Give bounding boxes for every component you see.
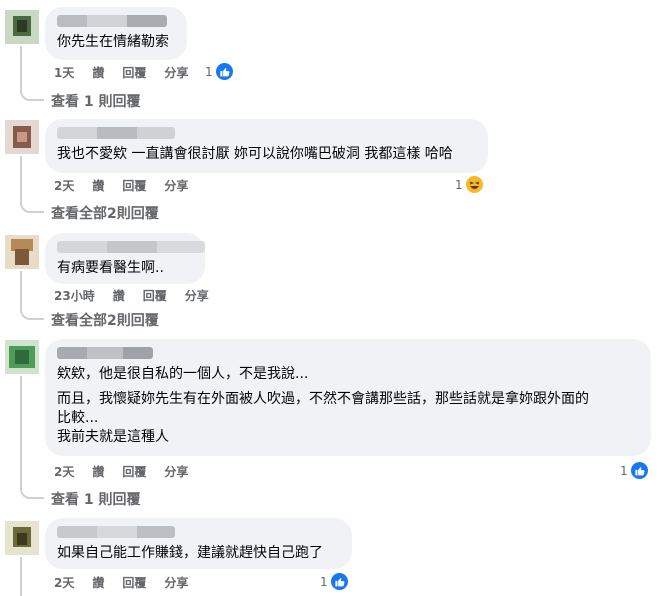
reaction-summary[interactable]: 1: [320, 572, 349, 591]
haha-icon: [464, 175, 484, 194]
reply-button[interactable]: 回覆: [122, 177, 146, 194]
like-button[interactable]: 讚: [92, 463, 104, 480]
timestamp[interactable]: 1天: [54, 64, 74, 81]
thread-line: [20, 46, 22, 86]
avatar[interactable]: [5, 235, 39, 269]
view-replies-link[interactable]: 查看 1 則回覆: [51, 91, 141, 111]
like-icon: [329, 572, 349, 591]
comment-bubble: 你先生在情緒勒索: [45, 7, 187, 60]
blurred-author-name[interactable]: [57, 127, 175, 139]
comment-text: 我也不愛欸 一直講會很討厭 妳可以說你嘴巴破洞 我都這樣 哈哈: [57, 146, 453, 162]
comment-actions: 2天 讚 回覆 分享: [54, 463, 206, 480]
thread-curve: [20, 196, 44, 213]
avatar[interactable]: [5, 340, 39, 374]
thread-curve: [20, 303, 44, 320]
reaction-summary[interactable]: 1: [455, 175, 484, 194]
view-replies-link[interactable]: 查看 1 則回覆: [51, 489, 141, 509]
reply-button[interactable]: 回覆: [122, 463, 146, 480]
thread-line: [20, 557, 22, 596]
timestamp[interactable]: 23小時: [54, 287, 95, 304]
thread-line: [20, 271, 22, 305]
thread-line: [20, 376, 22, 484]
comment-text-line-1: 欸欸，他是很自私的一個人，不是我說...: [57, 366, 309, 382]
avatar[interactable]: [5, 120, 39, 154]
avatar[interactable]: [5, 10, 39, 44]
comment-actions: 23小時 讚 回覆 分享: [54, 287, 227, 304]
reaction-count: 1: [620, 463, 628, 478]
blurred-author-name[interactable]: [57, 15, 167, 27]
reaction-count: 1: [455, 177, 463, 192]
comment-bubble: 欸欸，他是很自私的一個人，不是我說... 而且，我懷疑妳先生有在外面被人吹過，不…: [45, 339, 651, 456]
share-button[interactable]: 分享: [164, 177, 188, 194]
reaction-summary[interactable]: 1: [205, 62, 234, 81]
comment-bubble: 我也不愛欸 一直講會很討厭 妳可以說你嘴巴破洞 我都這樣 哈哈: [45, 119, 488, 173]
comment-bubble: 如果自己能工作賺錢，建議就趕快自己跑了: [45, 518, 352, 569]
share-button[interactable]: 分享: [164, 574, 188, 591]
thread-curve: [20, 482, 44, 499]
like-icon: [214, 62, 234, 81]
blurred-author-name[interactable]: [57, 241, 205, 253]
like-button[interactable]: 讚: [92, 64, 104, 81]
reaction-summary[interactable]: 1: [620, 461, 649, 480]
view-replies-link[interactable]: 查看全部2則回覆: [51, 310, 159, 330]
comment-actions: 2天 讚 回覆 分享: [54, 574, 206, 591]
share-button[interactable]: 分享: [164, 463, 188, 480]
comment-actions: 2天 讚 回覆 分享: [54, 177, 206, 194]
view-replies-link[interactable]: 查看全部2則回覆: [51, 203, 159, 223]
share-button[interactable]: 分享: [164, 64, 188, 81]
thread-line: [20, 156, 22, 198]
share-button[interactable]: 分享: [185, 287, 209, 304]
reply-button[interactable]: 回覆: [122, 64, 146, 81]
like-icon: [629, 461, 649, 480]
reaction-count: 1: [320, 574, 328, 589]
timestamp[interactable]: 2天: [54, 463, 74, 480]
timestamp[interactable]: 2天: [54, 177, 74, 194]
comment-actions: 1天 讚 回覆 分享: [54, 64, 206, 81]
comment-text-line-2: 而且，我懷疑妳先生有在外面被人吹過，不然不會講那些話，那些話就是拿妳跟外面的: [57, 391, 589, 407]
blurred-author-name[interactable]: [57, 526, 175, 538]
like-button[interactable]: 讚: [92, 177, 104, 194]
comment-text: 有病要看醫生啊..: [57, 260, 164, 276]
comment-text: 如果自己能工作賺錢，建議就趕快自己跑了: [57, 545, 323, 561]
reply-button[interactable]: 回覆: [143, 287, 167, 304]
thread-curve: [20, 84, 44, 101]
like-button[interactable]: 讚: [113, 287, 125, 304]
comment-text: 你先生在情緒勒索: [57, 34, 169, 50]
timestamp[interactable]: 2天: [54, 574, 74, 591]
comment-text-line-4: 我前夫就是這種人: [57, 429, 169, 445]
blurred-author-name[interactable]: [57, 347, 153, 359]
comment-text-line-3: 比較...: [57, 410, 99, 426]
like-button[interactable]: 讚: [92, 574, 104, 591]
reaction-count: 1: [205, 64, 213, 79]
reply-button[interactable]: 回覆: [122, 574, 146, 591]
avatar[interactable]: [5, 521, 39, 555]
comment-bubble: 有病要看醫生啊..: [45, 233, 205, 284]
